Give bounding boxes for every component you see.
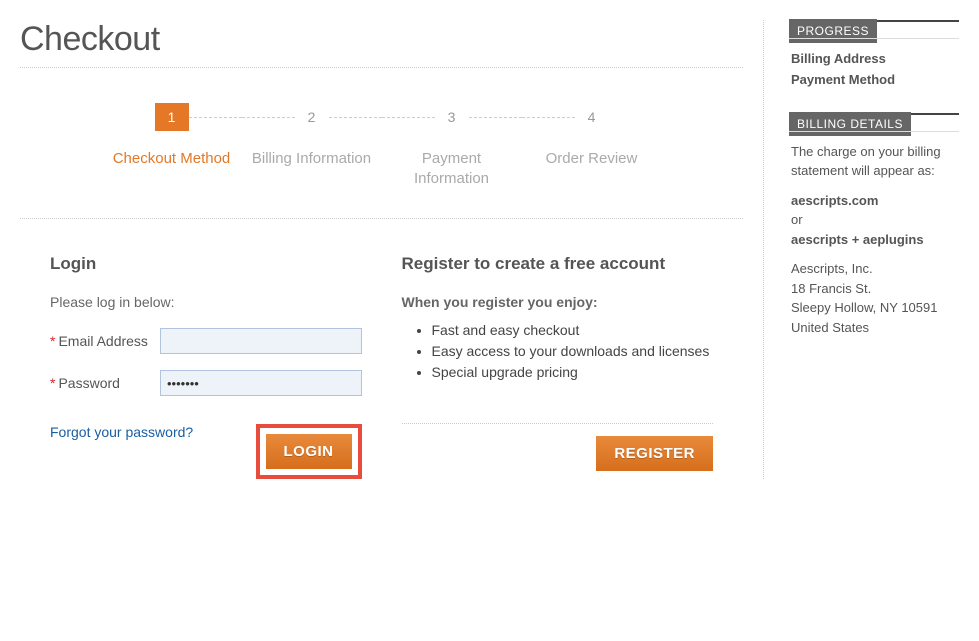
divider [402,423,714,424]
step-billing-information[interactable]: 2 Billing Information [242,103,382,188]
step-checkout-method[interactable]: 1 Checkout Method [102,103,242,188]
progress-block: PROGRESS Billing Address Payment Method [789,20,959,91]
login-panel: Login Please log in below: *Email Addres… [50,254,362,479]
progress-link-payment-method[interactable]: Payment Method [791,70,959,91]
billing-address: Aescripts, Inc. 18 Francis St. Sleepy Ho… [791,259,959,337]
billing-details-block: BILLING DETAILS The charge on your billi… [789,113,959,348]
step-order-review[interactable]: 4 Order Review [522,103,662,188]
billing-intro: The charge on your billing statement wil… [791,142,959,181]
checkout-steps: 1 Checkout Method 2 Billing Information … [20,68,743,218]
register-heading: Register to create a free account [402,254,714,274]
register-button[interactable]: REGISTER [596,436,713,471]
step-number: 4 [575,103,609,131]
register-benefits: Fast and easy checkout Easy access to yo… [402,320,714,383]
step-label: Billing Information [252,149,372,169]
sidebar: PROGRESS Billing Address Payment Method … [774,20,959,479]
step-number: 2 [295,103,329,131]
login-button[interactable]: LOGIN [266,434,352,469]
page-title: Checkout [20,20,743,59]
main-column: Checkout 1 Checkout Method 2 Billing Inf… [20,20,764,479]
progress-link-billing-address[interactable]: Billing Address [791,49,959,70]
step-label: Payment Information [392,149,512,188]
email-field[interactable] [160,328,362,354]
password-label: *Password [50,375,160,391]
login-heading: Login [50,254,362,274]
password-field[interactable] [160,370,362,396]
step-payment-information[interactable]: 3 Payment Information [382,103,522,188]
step-number: 3 [435,103,469,131]
register-subheading: When you register you enjoy: [402,294,714,310]
step-label: Checkout Method [112,149,232,169]
step-number: 1 [155,103,189,131]
step-label: Order Review [532,149,652,169]
benefit-item: Fast and easy checkout [432,320,714,341]
register-panel: Register to create a free account When y… [402,254,714,479]
forgot-password-link[interactable]: Forgot your password? [50,424,193,440]
login-button-highlight: LOGIN [256,424,362,479]
email-label: *Email Address [50,333,160,349]
login-instruction: Please log in below: [50,294,362,310]
billing-merchant: aescripts.com or aescripts + aeplugins [791,191,959,250]
benefit-item: Easy access to your downloads and licens… [432,341,714,362]
benefit-item: Special upgrade pricing [432,362,714,383]
